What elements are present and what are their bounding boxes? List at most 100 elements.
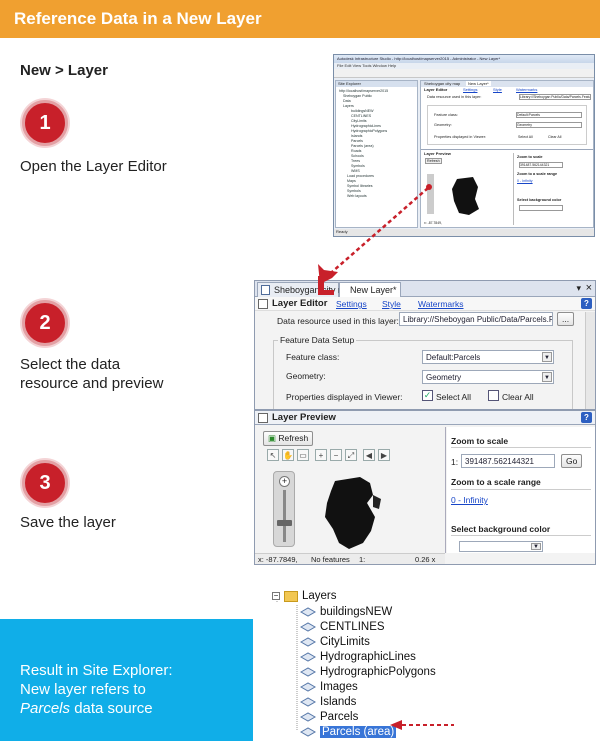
layer-tree-item[interactable]: CityLimits bbox=[300, 634, 370, 650]
zoom-slider[interactable]: + bbox=[273, 471, 295, 547]
layer-tree-item[interactable]: HydrographicPolygons bbox=[300, 664, 436, 680]
clear-all-label: Clear All bbox=[502, 392, 534, 402]
layer-icon bbox=[300, 622, 316, 632]
close-icon[interactable]: × bbox=[586, 282, 592, 294]
data-resource-field[interactable]: Library://Sheboygan Public/Data/Parcels.… bbox=[399, 312, 553, 326]
help-icon[interactable]: ? bbox=[581, 298, 592, 309]
layer-tree-item[interactable]: Parcels bbox=[300, 709, 358, 725]
step-2-line2: resource and preview bbox=[20, 375, 164, 392]
folder-icon bbox=[284, 590, 298, 602]
step-2-line1: Select the data bbox=[20, 356, 121, 373]
zoom-to-scale-label: Zoom to scale bbox=[451, 436, 509, 446]
zoom-next-icon[interactable]: ▶ bbox=[378, 449, 390, 461]
preview-divider bbox=[445, 427, 446, 553]
feature-class-label: Feature class: bbox=[286, 352, 340, 362]
select-all-checkbox[interactable]: Select All bbox=[518, 135, 533, 139]
tab-sheboygan[interactable]: Sheboygan city map bbox=[424, 81, 460, 86]
tree-root-row[interactable]: − Layers bbox=[272, 588, 337, 604]
divider bbox=[451, 447, 591, 448]
preview-divider bbox=[513, 153, 514, 225]
help-icon[interactable]: ? bbox=[581, 412, 592, 423]
layer-tree-item[interactable]: CENTLINES bbox=[300, 619, 385, 635]
settings-link[interactable]: Settings bbox=[336, 299, 367, 309]
layer-tree-label: Parcels bbox=[320, 711, 359, 723]
scale-range-link[interactable]: 0 - Infinity bbox=[451, 495, 488, 505]
step-2-badge: 2 bbox=[22, 300, 68, 346]
properties-label: Properties displayed in Viewer: bbox=[434, 135, 487, 139]
tab-menu-icon[interactable]: ▾ bbox=[576, 283, 581, 294]
layer-tree-item[interactable]: Parcels (area) bbox=[300, 724, 397, 740]
slider-plus-icon[interactable]: + bbox=[279, 476, 290, 487]
geometry-value: Geometry bbox=[426, 373, 462, 382]
layer-tree-item[interactable]: HydrographicLines bbox=[300, 649, 416, 665]
layer-tree-label: buildingsNEW bbox=[320, 606, 393, 618]
scale-prefix: 1: bbox=[451, 457, 459, 467]
layer-preview-title: Layer Preview bbox=[424, 151, 451, 156]
zoom-out-icon[interactable]: − bbox=[330, 449, 342, 461]
chevron-down-icon: ▼ bbox=[542, 372, 552, 382]
style-link[interactable]: Style bbox=[382, 299, 401, 309]
scale-input[interactable]: 391487.562144321 bbox=[519, 162, 563, 168]
zoom-rect-icon[interactable]: ▭ bbox=[297, 449, 309, 461]
preview-status-bar: x: -87.7849, No features 1: 0.26 x bbox=[255, 553, 445, 564]
clear-all-checkbox[interactable]: Clear All bbox=[548, 135, 561, 139]
select-all-check-icon[interactable]: ✓ bbox=[422, 390, 433, 401]
layer-tree-item[interactable]: buildingsNEW bbox=[300, 604, 392, 620]
style-link[interactable]: Style bbox=[493, 87, 502, 92]
step-3-badge: 3 bbox=[22, 460, 68, 506]
callout-arrow-bottom bbox=[390, 720, 454, 730]
slider-thumb[interactable] bbox=[277, 520, 292, 526]
bg-color-select[interactable] bbox=[519, 205, 563, 211]
collapse-icon[interactable]: − bbox=[272, 592, 280, 600]
feature-class-select[interactable]: Default:Parcels bbox=[516, 112, 582, 118]
watermarks-link[interactable]: Watermarks bbox=[418, 299, 464, 309]
data-resource-label: Data resource used in this layer: bbox=[277, 316, 399, 326]
tab-new-layer[interactable]: New Layer* bbox=[466, 81, 491, 86]
select-tool-icon[interactable]: ↖ bbox=[267, 449, 279, 461]
zoom-extents-icon[interactable]: ⤢ bbox=[345, 449, 357, 461]
refresh-button[interactable]: ▣ Refresh bbox=[263, 431, 314, 446]
data-resource-field[interactable]: Library://Sheboygan Public/Data/Parcels.… bbox=[519, 94, 591, 100]
watermarks-link[interactable]: Watermarks bbox=[516, 87, 537, 92]
go-button[interactable]: Go bbox=[561, 454, 583, 468]
zoom-to-scale-label: Zoom to scale bbox=[517, 155, 543, 159]
map-doc-icon bbox=[261, 285, 270, 295]
result-parcels: Parcels bbox=[20, 700, 71, 717]
status-features: No features bbox=[311, 555, 350, 564]
step-number: 2 bbox=[39, 311, 51, 334]
layer-tree-label: Islands bbox=[320, 696, 357, 708]
toolbar[interactable] bbox=[334, 69, 594, 78]
clear-all-check-icon[interactable] bbox=[488, 390, 499, 401]
zoom-range-label: Zoom to a scale range bbox=[517, 172, 558, 176]
feature-class-select[interactable]: Default:Parcels ▼ bbox=[422, 350, 554, 364]
geometry-select[interactable]: Geometry ▼ bbox=[422, 370, 554, 384]
pan-tool-icon[interactable]: ✋ bbox=[282, 449, 294, 461]
slider-track[interactable] bbox=[283, 490, 286, 542]
data-resource-label: Data resource used in this layer: bbox=[427, 95, 482, 99]
step-3-text: Save the layer bbox=[20, 514, 116, 531]
layer-preview-title: Layer Preview bbox=[272, 412, 336, 423]
step-number: 3 bbox=[39, 471, 51, 494]
zoom-previous-icon[interactable]: ◀ bbox=[363, 449, 375, 461]
geometry-select[interactable]: Geometry bbox=[516, 122, 582, 128]
status-size: 0.26 x bbox=[415, 555, 436, 564]
chevron-down-icon: ▼ bbox=[542, 352, 552, 362]
layer-tree-item[interactable]: Islands bbox=[300, 694, 356, 710]
layer-tree-item[interactable]: Images bbox=[300, 679, 358, 695]
tree-root-label: Layers bbox=[302, 590, 337, 602]
bg-color-label: Select background color bbox=[517, 198, 562, 202]
settings-link[interactable]: Settings bbox=[463, 87, 477, 92]
scale-input[interactable]: 391487.562144321 bbox=[461, 454, 555, 468]
browse-button[interactable]: ... bbox=[557, 312, 575, 326]
editor-scrollbar[interactable] bbox=[585, 312, 595, 409]
zoom-in-icon[interactable]: + bbox=[315, 449, 327, 461]
zoom-range-label: Zoom to a scale range bbox=[451, 477, 541, 487]
refresh-button[interactable]: Refresh bbox=[425, 158, 442, 164]
bg-color-select[interactable]: ▼ bbox=[459, 541, 543, 552]
refresh-icon: ▣ bbox=[268, 433, 279, 443]
result-rest: data source bbox=[70, 700, 153, 717]
parcels-map-preview bbox=[325, 477, 381, 549]
layer-editor-icon bbox=[258, 299, 268, 309]
feature-data-setup-group: Feature Data Setup Feature class: Defaul… bbox=[273, 335, 573, 409]
range-link[interactable]: 0 - Infinity bbox=[517, 179, 533, 183]
